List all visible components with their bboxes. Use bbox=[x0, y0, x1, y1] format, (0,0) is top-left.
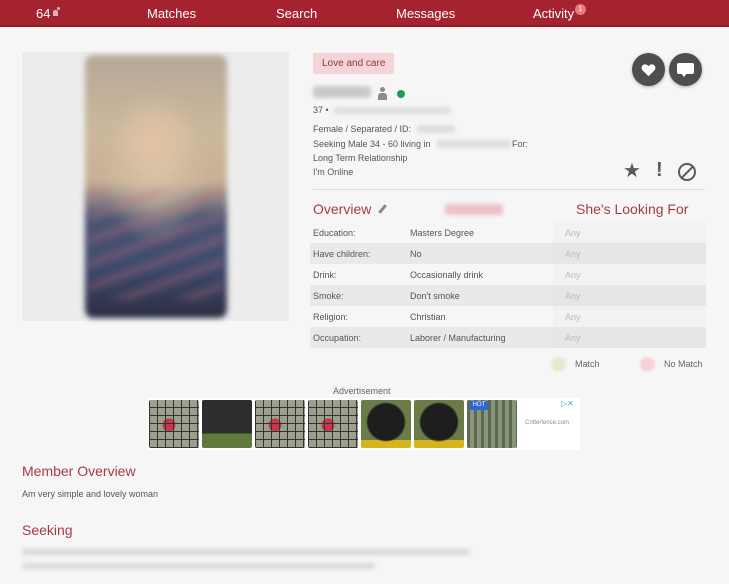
activity-notification-badge: 1 bbox=[575, 4, 586, 15]
nav-messages[interactable]: Messages bbox=[396, 0, 455, 27]
profile-headline-tag: Love and care bbox=[313, 53, 395, 74]
seeking-text-redacted bbox=[22, 563, 375, 569]
member-overview-title: Member Overview bbox=[22, 463, 136, 479]
overview-name-redacted bbox=[445, 204, 503, 215]
profile-details-table: Education: Masters Degree Any Have child… bbox=[310, 222, 706, 348]
member-overview-text: Am very simple and lovely woman bbox=[22, 489, 159, 499]
table-row: Occupation: Laborer / Manufacturing Any bbox=[310, 327, 706, 348]
row-label: Occupation: bbox=[313, 333, 362, 343]
row-label: Religion: bbox=[313, 312, 349, 322]
ad-image[interactable] bbox=[149, 400, 199, 448]
table-row: Religion: Christian Any bbox=[310, 306, 706, 327]
block-icon[interactable] bbox=[678, 163, 696, 181]
ad-brand-text[interactable]: Critterfence.com bbox=[525, 420, 569, 426]
row-preference: Any bbox=[553, 222, 706, 243]
ad-image[interactable] bbox=[308, 400, 358, 448]
row-preference: Any bbox=[553, 243, 706, 264]
seeking-title: Seeking bbox=[22, 522, 73, 538]
no-match-legend-icon bbox=[640, 357, 655, 372]
nav-matches[interactable]: Matches bbox=[147, 0, 196, 27]
table-row: Education: Masters Degree Any bbox=[310, 222, 706, 243]
profile-age: 37 • bbox=[313, 105, 329, 115]
profile-for-label: For: bbox=[512, 139, 529, 149]
profile-photo-detail bbox=[88, 190, 224, 300]
match-legend-label: Match bbox=[575, 359, 600, 369]
send-message-button[interactable] bbox=[669, 53, 702, 86]
profile-relationship: Long Term Relationship bbox=[313, 153, 408, 163]
row-label: Drink: bbox=[313, 270, 337, 280]
row-value: No bbox=[410, 249, 422, 259]
no-match-legend-label: No Match bbox=[664, 359, 703, 369]
row-value: Masters Degree bbox=[410, 228, 475, 238]
row-value: Laborer / Manufacturing bbox=[410, 333, 506, 343]
section-divider bbox=[313, 189, 705, 190]
nav-search[interactable]: Search bbox=[276, 0, 317, 27]
row-preference: Any bbox=[553, 306, 706, 327]
table-row: Smoke: Don't smoke Any bbox=[310, 285, 706, 306]
nav-match-count[interactable]: 64 bbox=[36, 0, 61, 27]
profile-id-redacted bbox=[417, 125, 455, 133]
edit-pencil-icon[interactable] bbox=[378, 204, 387, 214]
ad-hot-badge: HOT bbox=[470, 401, 488, 410]
ad-image[interactable] bbox=[414, 400, 464, 448]
profile-online-status: I'm Online bbox=[313, 167, 354, 177]
row-value: Occasionally drink bbox=[410, 270, 484, 280]
row-label: Have children: bbox=[313, 249, 371, 259]
online-status-dot bbox=[397, 90, 405, 98]
user-icon bbox=[377, 87, 388, 100]
row-label: Smoke: bbox=[313, 291, 344, 301]
seeking-location-redacted bbox=[437, 140, 511, 148]
ad-choices-close-icon[interactable]: ▷✕ bbox=[561, 399, 574, 408]
profile-location-redacted bbox=[333, 107, 451, 114]
row-label: Education: bbox=[313, 228, 356, 238]
row-preference: Any bbox=[553, 264, 706, 285]
ad-image[interactable] bbox=[255, 400, 305, 448]
heart-icon bbox=[641, 64, 656, 77]
advertisement-banner[interactable] bbox=[148, 398, 580, 450]
user-pin-icon bbox=[52, 7, 61, 16]
seeking-text-redacted bbox=[22, 549, 470, 555]
profile-seeking: Seeking Male 34 - 60 living in bbox=[313, 139, 431, 149]
row-preference: Any bbox=[553, 327, 706, 348]
row-value: Don't smoke bbox=[410, 291, 460, 301]
overview-title: Overview bbox=[313, 201, 372, 217]
nav-activity[interactable]: Activity bbox=[533, 0, 574, 27]
message-icon bbox=[677, 63, 694, 77]
profile-details: Female / Separated / ID: bbox=[313, 124, 412, 134]
table-row: Drink: Occasionally drink Any bbox=[310, 264, 706, 285]
row-value: Christian bbox=[410, 312, 446, 322]
advertisement-label: Advertisement bbox=[333, 386, 391, 396]
match-count: 64 bbox=[36, 6, 51, 21]
table-row: Have children: No Any bbox=[310, 243, 706, 264]
profile-name-redacted bbox=[313, 86, 371, 98]
looking-for-title: She's Looking For bbox=[576, 201, 689, 217]
ad-image[interactable] bbox=[202, 400, 252, 448]
match-legend-icon bbox=[551, 357, 566, 372]
like-button[interactable] bbox=[632, 53, 665, 86]
report-icon[interactable]: ! bbox=[656, 160, 663, 180]
row-preference: Any bbox=[553, 285, 706, 306]
ad-image[interactable] bbox=[361, 400, 411, 448]
top-navigation-bar: 64 Matches Search Messages Activity 1 bbox=[0, 0, 729, 27]
favorite-star-icon[interactable]: ★ bbox=[623, 161, 641, 181]
